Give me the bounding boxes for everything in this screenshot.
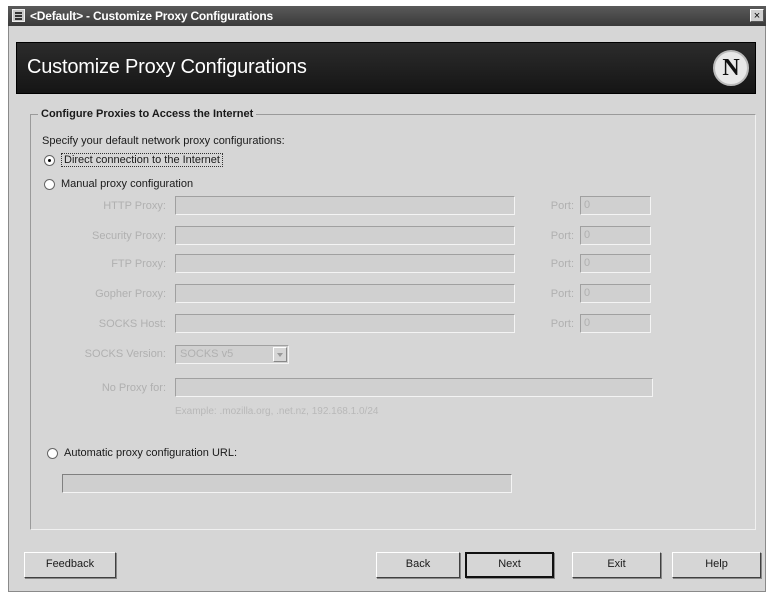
socks-host-label: SOCKS Host: (98, 318, 166, 330)
ftp-port-label: Port: (550, 258, 574, 270)
gopher-port-field[interactable]: 0 (580, 284, 651, 303)
direct-connection-radio[interactable] (44, 154, 55, 166)
security-proxy-field[interactable] (175, 226, 515, 245)
manual-proxy-radio[interactable] (44, 178, 55, 190)
ftp-proxy-label: FTP Proxy: (111, 258, 166, 270)
direct-connection-option[interactable]: Direct connection to the Internet (44, 153, 223, 167)
gopher-port-label: Port: (550, 288, 574, 300)
header-banner: Customize Proxy Configurations N (16, 42, 756, 94)
page-title: Customize Proxy Configurations (27, 56, 307, 78)
ftp-port-field[interactable]: 0 (580, 254, 651, 273)
title-bar: <Default> - Customize Proxy Configuratio… (8, 6, 766, 26)
gopher-proxy-field[interactable] (175, 284, 515, 303)
feedback-button[interactable]: Feedback (24, 552, 116, 578)
http-port-label: Port: (550, 200, 574, 212)
ftp-proxy-field[interactable] (175, 254, 515, 273)
no-proxy-label: No Proxy for: (101, 382, 166, 394)
description-text: Specify your default network proxy confi… (42, 135, 285, 147)
manual-proxy-label: Manual proxy configuration (61, 178, 194, 190)
auto-proxy-radio[interactable] (47, 447, 58, 459)
auto-proxy-option[interactable]: Automatic proxy configuration URL: (47, 447, 237, 459)
socks-version-label: SOCKS Version: (84, 348, 166, 360)
manual-proxy-option[interactable]: Manual proxy configuration (44, 178, 193, 190)
http-proxy-label: HTTP Proxy: (103, 200, 166, 212)
http-proxy-field[interactable] (175, 196, 515, 215)
auto-proxy-label: Automatic proxy configuration URL: (64, 447, 238, 459)
socks-port-label: Port: (550, 318, 574, 330)
back-button[interactable]: Back (376, 552, 460, 578)
socks-port-field[interactable]: 0 (580, 314, 651, 333)
system-menu-icon[interactable] (12, 9, 25, 22)
direct-connection-label: Direct connection to the Internet (61, 153, 223, 167)
next-button[interactable]: Next (465, 552, 554, 578)
socks-host-field[interactable] (175, 314, 515, 333)
auto-proxy-url-field[interactable] (62, 474, 512, 493)
help-button[interactable]: Help (672, 552, 761, 578)
groupbox-title: Configure Proxies to Access the Internet (38, 108, 257, 120)
gopher-proxy-label: Gopher Proxy: (95, 288, 166, 300)
chevron-down-icon[interactable] (273, 347, 287, 362)
security-port-field[interactable]: 0 (580, 226, 651, 245)
socks-version-value: SOCKS v5 (180, 348, 234, 360)
close-button[interactable]: × (750, 9, 764, 22)
security-port-label: Port: (550, 230, 574, 242)
netscape-n-icon: N (713, 50, 749, 86)
window-title: <Default> - Customize Proxy Configuratio… (30, 9, 273, 23)
security-proxy-label: Security Proxy: (92, 230, 166, 242)
socks-version-select[interactable]: SOCKS v5 (175, 345, 289, 364)
no-proxy-hint: Example: .mozilla.org, .net.nz, 192.168.… (175, 406, 379, 417)
exit-button[interactable]: Exit (572, 552, 661, 578)
no-proxy-field[interactable] (175, 378, 653, 397)
http-port-field[interactable]: 0 (580, 196, 651, 215)
